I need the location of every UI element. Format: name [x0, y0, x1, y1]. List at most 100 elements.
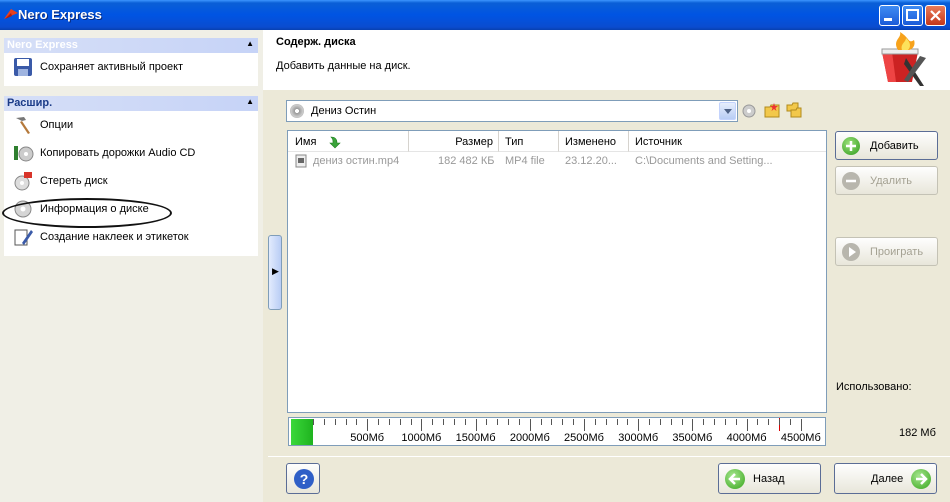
ruler-tick — [714, 419, 716, 425]
disc-settings-icon[interactable] — [742, 102, 758, 118]
button-label: Проиграть — [870, 246, 924, 258]
hammer-icon — [16, 117, 30, 134]
ruler-mark-label: 1000Мб — [401, 432, 442, 444]
ruler-tick — [529, 419, 531, 431]
save-project-item[interactable]: Сохраняет активный проект — [4, 53, 258, 81]
ruler-tick — [540, 419, 542, 425]
back-button[interactable]: Назад — [718, 463, 821, 494]
copy-audio-cd-item[interactable]: Копировать дорожки Audio CD — [4, 139, 258, 167]
minus-icon — [842, 172, 860, 190]
ruler-tick — [313, 419, 314, 425]
dropdown-arrow-icon[interactable] — [719, 102, 736, 120]
column-header-modified[interactable]: Изменено — [559, 131, 629, 152]
ruler-tick — [627, 419, 629, 425]
expand-panel-button[interactable]: ▶ — [268, 235, 282, 310]
help-icon: ? — [294, 469, 314, 489]
item-label: Создание наклеек и этикеток — [40, 231, 189, 243]
ruler-tick — [421, 419, 423, 431]
used-space-label: Использовано: — [836, 381, 912, 393]
ruler-tick — [692, 419, 694, 431]
button-label: Добавить — [870, 140, 919, 152]
column-label: Изменено — [565, 136, 617, 148]
group-nero-express: Nero Express ▲ Сохраняет активный проект — [4, 38, 258, 86]
group-title: Nero Express — [7, 39, 78, 51]
ruler-tick — [638, 419, 640, 431]
file-list[interactable]: Имя Размер Тип Изменено Источник дениз о… — [287, 130, 827, 413]
ruler-tick — [410, 419, 412, 425]
column-header-source[interactable]: Источник — [629, 131, 826, 152]
button-label: Удалить — [870, 175, 912, 187]
plus-icon — [842, 137, 860, 155]
cell-size: 182 482 КБ — [438, 155, 495, 167]
next-button[interactable]: Далее — [834, 463, 937, 494]
ruler-tick — [432, 419, 434, 425]
folder-tree-icon[interactable] — [786, 102, 802, 118]
help-button[interactable]: ? — [286, 463, 320, 494]
ruler-tick — [649, 419, 651, 425]
group-title: Расшир. — [7, 97, 53, 109]
disc-capacity-ruler: 500Мб 1000Мб 1500Мб 2000Мб 2500Мб 3000Мб 3500М… — [288, 417, 826, 446]
ruler-tick — [367, 419, 369, 431]
maximize-button[interactable] — [902, 5, 923, 26]
window-title: Nero Express — [18, 7, 102, 22]
cell-type: MP4 file — [505, 155, 545, 167]
item-label: Копировать дорожки Audio CD — [40, 147, 196, 159]
item-label: Сохраняет активный проект — [40, 61, 184, 73]
create-labels-item[interactable]: Создание наклеек и этикеток — [4, 223, 258, 251]
title-bar: Nero Express — [0, 0, 950, 30]
ruler-tick — [453, 419, 455, 425]
page-header: Содерж. диска Добавить данные на диск. — [263, 30, 950, 90]
play-button[interactable]: Проиграть — [835, 237, 938, 266]
ruler-tick — [681, 419, 683, 425]
ruler-tick — [735, 419, 737, 425]
ruler-tick — [378, 419, 380, 425]
erase-disc-item[interactable]: Стереть диск — [4, 167, 258, 195]
cell-name: дениз остин.mp4 — [313, 155, 400, 167]
chevron-right-icon: ▶ — [272, 266, 279, 276]
remove-button[interactable]: Удалить — [835, 166, 938, 195]
close-icon — [930, 10, 941, 21]
audio-copy-icon — [14, 146, 34, 162]
minimize-icon — [884, 18, 892, 21]
combo-value: Дениз Остин — [311, 105, 377, 117]
ruler-tick — [345, 419, 347, 425]
ruler-tick — [670, 419, 672, 425]
minimize-button[interactable] — [879, 5, 900, 26]
ruler-tick — [464, 419, 466, 425]
close-button[interactable] — [925, 5, 946, 26]
task-panel: Nero Express ▲ Сохраняет активный проект… — [0, 30, 263, 502]
group-header-nero-express[interactable]: Nero Express ▲ — [4, 38, 258, 53]
used-space-value: 182 Мб — [899, 427, 936, 439]
table-row[interactable]: дениз остин.mp4 182 482 КБ MP4 file 23.1… — [288, 153, 826, 169]
ruler-tick — [594, 419, 596, 425]
ruler-tick — [800, 419, 802, 431]
ruler-tick — [551, 419, 553, 425]
ruler-tick — [724, 419, 726, 425]
ruler-tick — [497, 419, 499, 425]
nero-flame-logo-icon — [881, 32, 926, 86]
group-header-advanced[interactable]: Расшир. ▲ — [4, 96, 258, 111]
ruler-tick — [768, 419, 770, 425]
column-header-type[interactable]: Тип — [499, 131, 559, 152]
ruler-tick — [789, 419, 791, 425]
arrow-right-icon — [911, 469, 931, 489]
column-header-size[interactable]: Размер — [409, 131, 499, 152]
item-label: Стереть диск — [40, 175, 108, 187]
ruler-tick — [659, 419, 661, 425]
nero-app-icon[interactable] — [3, 7, 19, 21]
collapse-caret-icon: ▲ — [246, 39, 254, 48]
ruler-mark-label: 2000Мб — [509, 432, 550, 444]
options-item[interactable]: Опции — [4, 111, 258, 139]
ruler-tick — [518, 419, 520, 425]
new-folder-icon[interactable] — [764, 102, 780, 118]
ruler-mark-label: 2500Мб — [564, 432, 604, 444]
column-header-name[interactable]: Имя — [288, 131, 409, 152]
page-title: Содерж. диска — [276, 36, 356, 48]
disc-icon — [290, 104, 304, 118]
erase-disc-icon — [14, 172, 32, 191]
play-icon — [842, 243, 860, 261]
ruler-mark-label: 1500Мб — [455, 432, 496, 444]
compilation-name-combo[interactable]: Дениз Остин — [286, 100, 738, 122]
collapse-caret-icon: ▲ — [246, 97, 254, 106]
add-button[interactable]: Добавить — [835, 131, 938, 160]
